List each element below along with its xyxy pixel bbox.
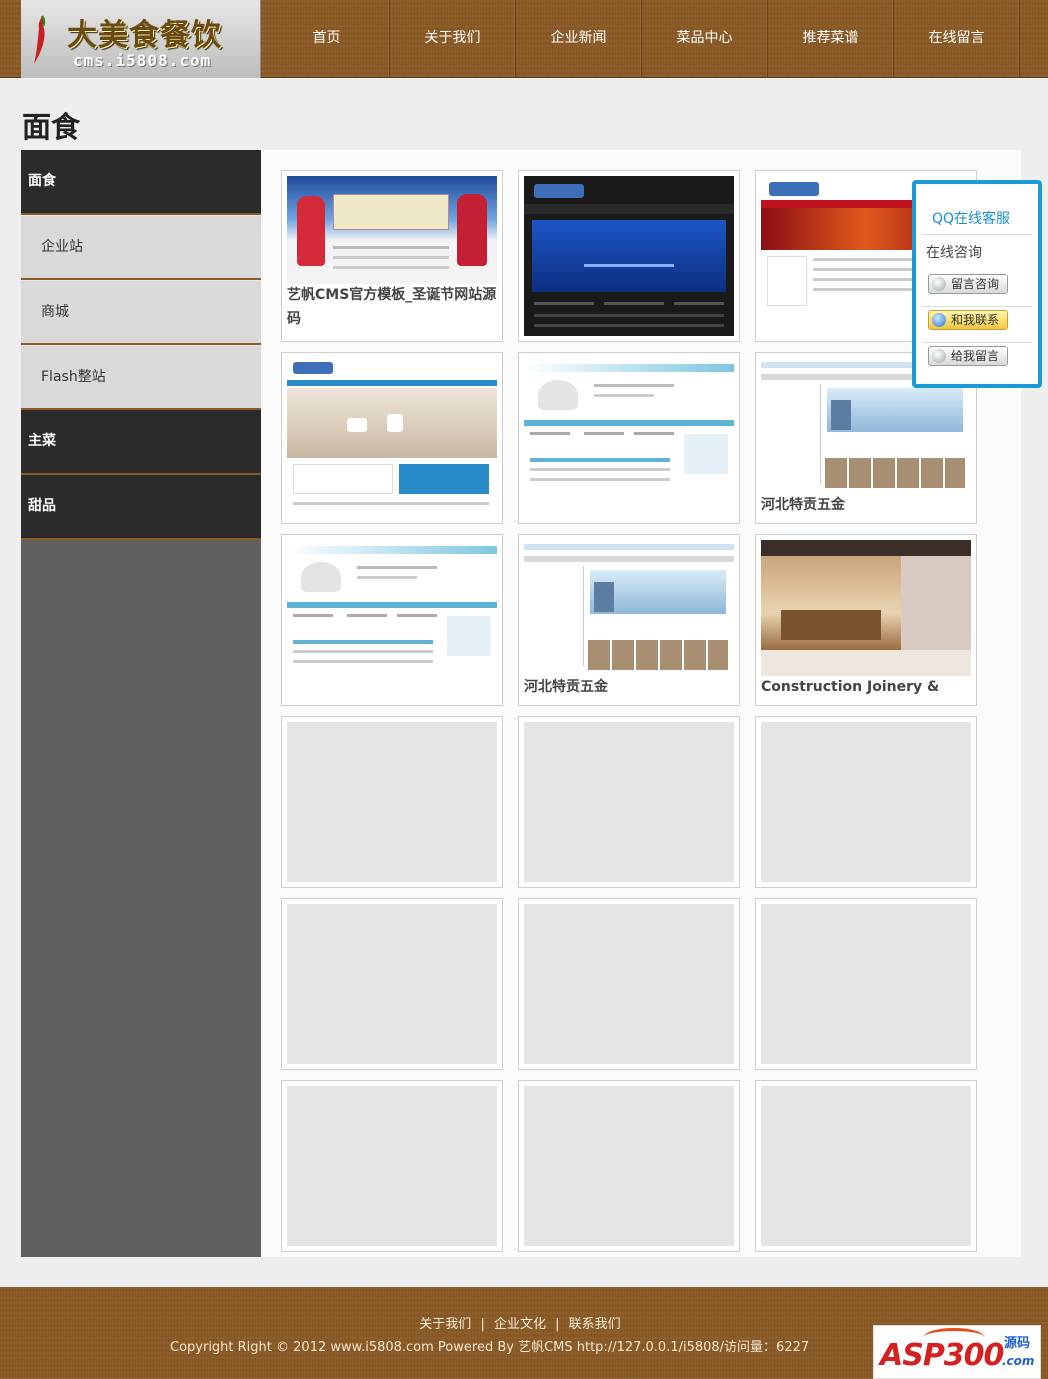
nav-about[interactable]: 关于我们 [390, 0, 516, 78]
sidebar-item-noodles[interactable]: 面食 [21, 150, 261, 215]
leave-message-label: 留言咨询 [951, 277, 1000, 291]
category-sidebar: 面食 企业站 商城 Flash整站 主菜 甜品 [21, 150, 261, 1257]
site-logo[interactable]: 大美食餐饮 cms.i5808.com [21, 0, 261, 78]
product-caption[interactable]: 河北特贡五金 [761, 493, 973, 517]
product-thumbnail[interactable] [287, 540, 497, 700]
qq-icon [932, 313, 946, 327]
product-card[interactable] [755, 898, 977, 1070]
sidebar-item-shop[interactable]: 商城 [21, 280, 261, 345]
product-card[interactable] [281, 534, 503, 706]
product-card[interactable] [281, 352, 503, 524]
message-me-label: 给我留言 [951, 349, 1000, 363]
product-thumbnail[interactable] [287, 722, 497, 882]
product-card[interactable] [518, 352, 740, 524]
footer-separator: | [555, 1317, 560, 1332]
divider [922, 234, 1032, 235]
logo-subtitle: cms.i5808.com [73, 51, 212, 70]
nav-recipes[interactable]: 推荐菜谱 [768, 0, 894, 78]
asp300-badge[interactable]: ASP300 源码 .com [873, 1325, 1041, 1379]
product-card[interactable] [755, 1080, 977, 1252]
product-card[interactable]: 艺帆CMS官方模板_圣诞节网站源码 [281, 170, 503, 342]
product-card[interactable] [518, 1080, 740, 1252]
copyright-text: Copyright Right © 2012 www.i5808.com Pow… [170, 1340, 810, 1355]
product-thumbnail[interactable] [761, 540, 971, 676]
user-icon [932, 277, 946, 291]
badge-text: ASP300 [880, 1338, 1004, 1373]
product-thumbnail[interactable] [761, 722, 971, 882]
divider [922, 306, 1032, 307]
product-thumbnail[interactable] [761, 1086, 971, 1246]
product-card[interactable]: 河北特贡五金 [518, 534, 740, 706]
sidebar-item-dessert[interactable]: 甜品 [21, 475, 261, 540]
product-caption[interactable]: Construction Joinery & [761, 675, 973, 699]
page-title: 面食 [22, 110, 81, 144]
product-caption[interactable]: 河北特贡五金 [524, 675, 736, 699]
qq-service-panel: QQ在线客服 在线咨询 留言咨询 和我联系 给我留言 [912, 180, 1042, 388]
leave-message-button[interactable]: 留言咨询 [928, 274, 1008, 294]
product-thumbnail[interactable] [524, 358, 734, 518]
product-thumbnail[interactable] [287, 904, 497, 1064]
sidebar-item-enterprise[interactable]: 企业站 [21, 215, 261, 280]
contact-me-button[interactable]: 和我联系 [928, 310, 1008, 330]
product-card[interactable] [281, 898, 503, 1070]
nav-news[interactable]: 企业新闻 [516, 0, 642, 78]
product-card[interactable] [281, 716, 503, 888]
product-card[interactable] [755, 716, 977, 888]
qq-panel-title: QQ在线客服 [932, 211, 1011, 227]
badge-com: .com [1002, 1354, 1035, 1368]
product-thumbnail[interactable] [524, 722, 734, 882]
product-thumbnail[interactable] [287, 358, 497, 518]
product-card[interactable] [518, 898, 740, 1070]
product-thumbnail[interactable] [287, 1086, 497, 1246]
chili-pepper-icon [34, 15, 46, 64]
product-caption[interactable]: 艺帆CMS官方模板_圣诞节网站源码 [287, 283, 499, 331]
message-icon [932, 349, 946, 363]
badge-code: 源码 [1004, 1336, 1031, 1351]
product-thumbnail[interactable] [524, 176, 734, 336]
main-nav: 首页 关于我们 企业新闻 菜品中心 推荐菜谱 在线留言 [264, 0, 1020, 78]
product-thumbnail[interactable] [287, 176, 497, 284]
footer-separator: | [480, 1317, 485, 1332]
footer-link-culture[interactable]: 企业文化 [494, 1317, 546, 1332]
product-card[interactable] [518, 170, 740, 342]
product-card[interactable]: Construction Joinery & [755, 534, 977, 706]
product-card[interactable] [518, 716, 740, 888]
nav-home[interactable]: 首页 [264, 0, 390, 78]
nav-dishes[interactable]: 菜品中心 [642, 0, 768, 78]
product-thumbnail[interactable] [524, 1086, 734, 1246]
footer-link-contact[interactable]: 联系我们 [569, 1317, 621, 1332]
footer-link-about[interactable]: 关于我们 [419, 1317, 471, 1332]
site-footer: 关于我们 | 企业文化 | 联系我们 Copyright Right © 201… [0, 1287, 1048, 1379]
nav-guestbook[interactable]: 在线留言 [894, 0, 1020, 78]
product-thumbnail[interactable] [524, 540, 734, 676]
divider [922, 342, 1032, 343]
qq-panel-label: 在线咨询 [926, 245, 982, 261]
logo-title: 大美食餐饮 [67, 18, 222, 53]
sidebar-item-flash[interactable]: Flash整站 [21, 345, 261, 410]
product-card[interactable] [281, 1080, 503, 1252]
site-header: 大美食餐饮 cms.i5808.com 首页 关于我们 企业新闻 菜品中心 推荐… [0, 0, 1048, 78]
contact-me-label: 和我联系 [951, 313, 1000, 327]
product-thumbnail[interactable] [524, 904, 734, 1064]
message-me-button[interactable]: 给我留言 [928, 346, 1008, 366]
product-grid: 艺帆CMS官方模板_圣诞节网站源码 河北特贡五金 河北特贡五金 Constructio… [261, 150, 1021, 1257]
product-thumbnail[interactable] [761, 904, 971, 1064]
sidebar-item-main-course[interactable]: 主菜 [21, 410, 261, 475]
